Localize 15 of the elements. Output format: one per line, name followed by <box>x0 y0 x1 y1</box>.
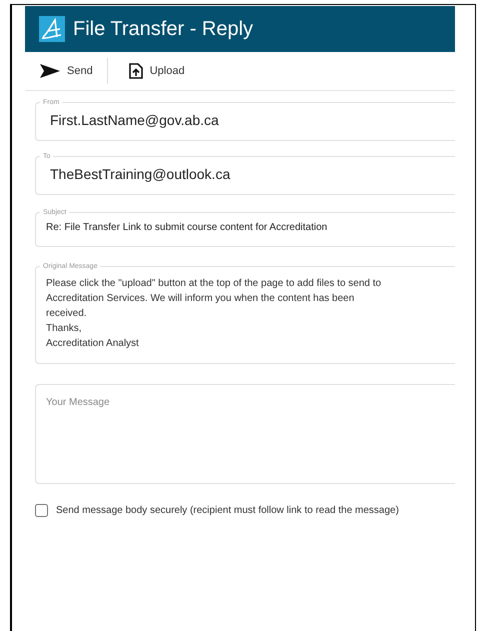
secure-checkbox[interactable] <box>35 504 48 517</box>
field-value[interactable]: First.LastName@gov.ab.ca <box>46 106 454 134</box>
field-value[interactable]: TheBestTraining@outlook.ca <box>46 160 454 188</box>
message-field[interactable]: Your Message <box>35 384 455 484</box>
field-value[interactable]: Re: File Transfer Link to submit course content for Accreditation <box>46 216 446 239</box>
upload-button[interactable]: Upload <box>114 56 199 86</box>
message-text: Please click the "upload" button at the top of the page to add files to send to Accreditation Services. We will inform you when the content has been received. <box>46 277 382 321</box>
send-icon <box>40 64 60 78</box>
logo-icon <box>39 16 65 42</box>
send-button[interactable]: Send <box>25 56 107 86</box>
message-text: Thanks, <box>46 322 83 336</box>
message-text: Accreditation Analyst <box>46 337 140 351</box>
window-title: File Transfer - Reply <box>73 18 254 40</box>
upload-icon <box>128 63 143 79</box>
checkbox-label: Send message body securely (recipient must follow link to read the message) <box>56 505 399 516</box>
